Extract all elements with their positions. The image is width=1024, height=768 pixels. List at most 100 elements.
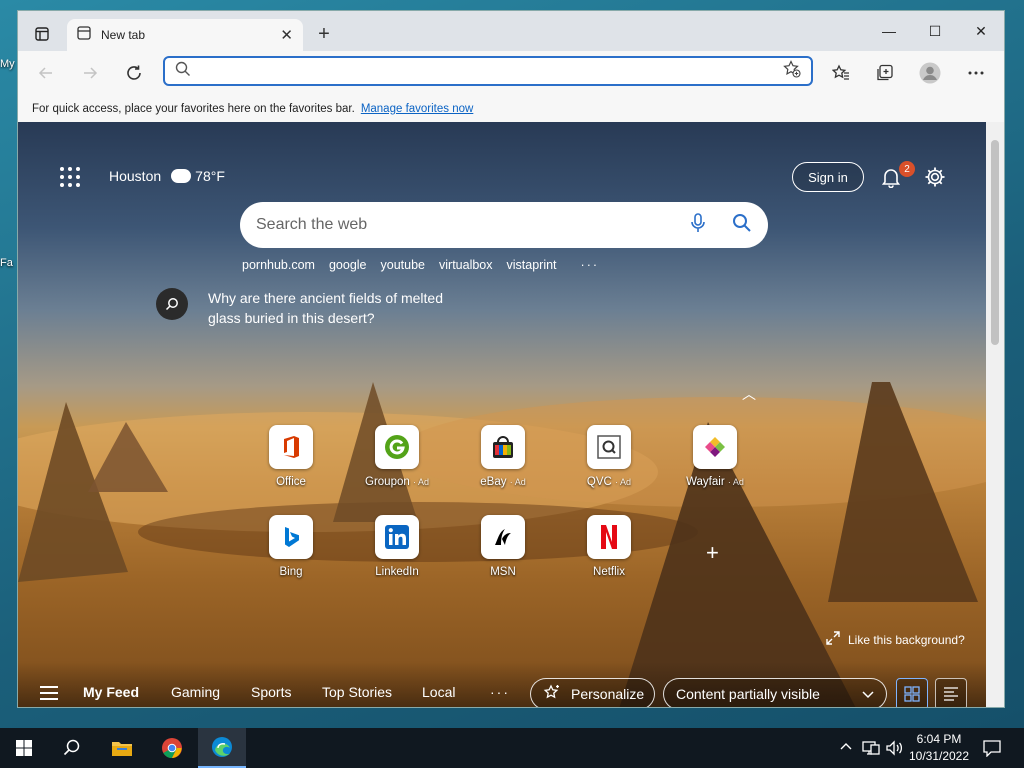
hamburger-menu-icon[interactable] — [40, 686, 58, 704]
feed-more-button[interactable]: ··· — [490, 684, 510, 700]
tile-label: Wayfair — [686, 476, 725, 488]
feed-tab-sports[interactable]: Sports — [251, 684, 291, 700]
tile-label: Groupon — [365, 476, 410, 488]
more-menu-icon[interactable] — [964, 61, 988, 85]
top-site-tile[interactable]: Bing — [246, 515, 336, 578]
quick-links-more-button[interactable]: ··· — [581, 258, 600, 272]
profile-avatar-icon[interactable] — [918, 61, 942, 85]
add-top-site-button[interactable]: + — [706, 540, 719, 566]
feed-tab-my-feed[interactable]: My Feed — [83, 684, 139, 700]
top-site-tile[interactable]: MSN — [458, 515, 548, 578]
collapse-quick-links-chevron-up-icon[interactable]: ︿ — [742, 384, 756, 404]
ad-marker: · Ad — [615, 477, 632, 487]
partly-cloudy-icon — [171, 164, 192, 183]
manage-favorites-link[interactable]: Manage favorites now — [361, 103, 474, 115]
personalize-button[interactable]: Personalize — [530, 678, 655, 707]
feed-navigation-bar: My Feed Gaming Sports Top Stories Local … — [18, 662, 988, 707]
content-visibility-dropdown[interactable]: Content partially visible — [663, 678, 887, 707]
personalize-label: Personalize — [571, 686, 645, 702]
trivia-question: Why are there ancient fields of melted g… — [208, 290, 444, 326]
feed-tab-gaming[interactable]: Gaming — [171, 684, 220, 700]
tile-label: LinkedIn — [375, 566, 419, 578]
sign-in-button[interactable]: Sign in — [792, 162, 864, 192]
trivia-search-icon — [156, 288, 188, 320]
address-bar[interactable] — [163, 56, 813, 86]
trivia-card[interactable]: Why are there ancient fields of melted g… — [156, 288, 468, 328]
new-tab-button[interactable]: + — [312, 23, 336, 47]
file-explorer-icon[interactable] — [98, 728, 146, 768]
favorites-bar-message: For quick access, place your favorites h… — [32, 102, 355, 115]
windows-start-icon[interactable] — [0, 728, 48, 768]
ad-marker: · Ad — [727, 477, 744, 487]
action-center-notification-icon[interactable] — [983, 739, 1001, 760]
address-input[interactable] — [203, 63, 783, 79]
top-site-tile[interactable]: QVC · Ad — [564, 425, 654, 488]
forward-icon[interactable] — [76, 59, 104, 87]
taskbar-search-icon[interactable] — [48, 728, 96, 768]
desktop-icon-label[interactable]: My — [0, 58, 15, 70]
tile-label: eBay — [480, 476, 507, 488]
tab-close-button[interactable]: ✕ — [280, 26, 293, 44]
page-settings-gear-icon[interactable] — [924, 166, 946, 188]
desktop-icon-label[interactable]: Fa — [0, 257, 13, 269]
quick-link[interactable]: pornhub.com — [242, 258, 315, 272]
ad-marker: · Ad — [412, 477, 429, 487]
quick-link[interactable]: vistaprint — [507, 258, 557, 272]
back-icon[interactable] — [32, 59, 60, 87]
content-visibility-value: Content partially visible — [676, 686, 820, 702]
top-site-tile[interactable]: Groupon · Ad — [352, 425, 442, 488]
top-site-tile[interactable]: eBay · Ad — [458, 425, 548, 488]
feed-tab-top-stories[interactable]: Top Stories — [322, 684, 392, 700]
tab-title: New tab — [101, 28, 146, 42]
top-site-tile[interactable]: Office — [246, 425, 336, 488]
system-clock[interactable]: 6:04 PM 10/31/2022 — [906, 731, 972, 765]
top-site-tile[interactable]: Wayfair · Ad — [670, 425, 760, 488]
like-background-button[interactable]: Like this background? — [826, 631, 965, 648]
edge-icon[interactable] — [198, 728, 246, 768]
sparkle-star-icon — [543, 683, 561, 705]
search-submit-icon[interactable] — [732, 213, 752, 238]
scrollbar-thumb[interactable] — [991, 140, 999, 345]
show-hidden-icons-chevron-up-icon[interactable] — [840, 740, 852, 754]
volume-icon[interactable] — [885, 740, 903, 759]
page-scrollbar[interactable] — [986, 122, 1004, 707]
microphone-icon[interactable] — [690, 212, 706, 238]
weather-widget[interactable]: Houston 78°F — [109, 164, 225, 184]
bing-icon — [269, 515, 313, 559]
top-site-tile[interactable]: LinkedIn — [352, 515, 442, 578]
tab-new-tab[interactable]: New tab ✕ — [67, 19, 303, 51]
notification-count-badge: 2 — [899, 161, 915, 177]
close-window-button[interactable]: ✕ — [958, 11, 1004, 51]
apps-grid-icon[interactable] — [60, 167, 80, 187]
quick-links: pornhub.com google youtube virtualbox vi… — [242, 258, 599, 272]
msn-icon — [481, 515, 525, 559]
ebay-icon — [481, 425, 525, 469]
chrome-icon[interactable] — [148, 728, 196, 768]
weather-temp: 78°F — [195, 168, 225, 184]
quick-link[interactable]: google — [329, 258, 367, 272]
network-icon[interactable] — [862, 740, 880, 759]
tab-actions-icon[interactable] — [26, 22, 58, 46]
tile-label: Bing — [279, 566, 303, 578]
web-search-box[interactable]: Search the web — [240, 202, 768, 248]
tile-label: MSN — [490, 566, 516, 578]
top-site-tile[interactable]: Netflix — [564, 515, 654, 578]
netflix-icon — [587, 515, 631, 559]
wayfair-icon — [693, 425, 737, 469]
grid-layout-icon[interactable] — [896, 678, 928, 707]
add-favorite-icon[interactable] — [783, 59, 801, 83]
feed-tab-local[interactable]: Local — [422, 684, 455, 700]
favorites-icon[interactable] — [829, 61, 853, 85]
minimize-button[interactable]: — — [866, 11, 912, 51]
refresh-icon[interactable] — [120, 59, 148, 87]
quick-link[interactable]: youtube — [381, 258, 425, 272]
like-background-label: Like this background? — [848, 632, 965, 647]
new-tab-page: Houston 78°F Sign in 2 Search the web po… — [18, 122, 988, 707]
maximize-button[interactable]: ☐ — [912, 11, 958, 51]
linkedin-icon — [375, 515, 419, 559]
quick-link[interactable]: virtualbox — [439, 258, 493, 272]
tile-label: Netflix — [593, 566, 625, 578]
list-layout-icon[interactable] — [935, 678, 967, 707]
collections-icon[interactable] — [873, 61, 897, 85]
web-search-placeholder: Search the web — [256, 216, 368, 233]
